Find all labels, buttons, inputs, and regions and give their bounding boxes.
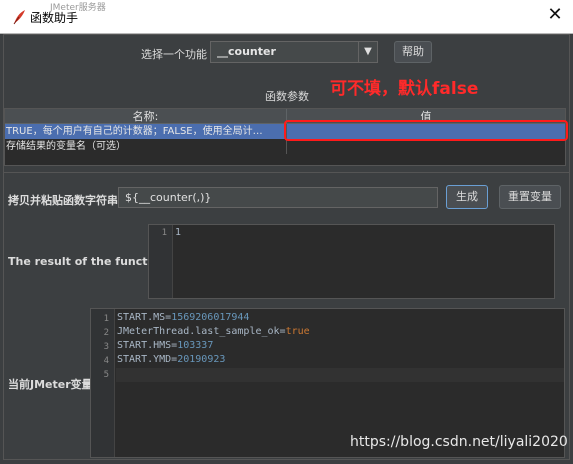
highlight-box [284,120,568,141]
jmeter-feather-icon [13,10,25,25]
result-editor[interactable]: 1 1 [148,224,555,299]
var-key: START.YMD= [117,354,178,365]
divider [3,172,570,173]
line-number: 2 [103,328,109,338]
function-string-input[interactable]: ${__counter(,)} [118,187,438,208]
column-header-name[interactable]: 名称: [5,109,286,124]
reset-variables-button[interactable]: 重置变量 [499,185,561,209]
var-value: true [285,326,310,337]
code-line: JMeterThread.last_sample_ok=true [117,326,310,337]
line-number: 5 [103,370,109,380]
jmeter-vars-label: 当前JMeter变量 [8,378,93,391]
function-select-label: 选择一个功能 [141,48,207,61]
close-icon[interactable]: ✕ [544,4,566,26]
line-number: 3 [103,342,109,352]
watermark: https://blog.csdn.net/liyali2020 [350,434,568,450]
code-line: START.HMS=103337 [117,340,213,351]
help-button[interactable]: 帮助 [394,41,432,63]
generate-button[interactable]: 生成 [446,185,488,209]
function-select[interactable]: __counter ▼ [210,41,378,63]
result-code-line: 1 [175,227,182,238]
code-line: START.MS=1569206017944 [117,312,249,323]
line-number-gutter: 1 2 3 4 5 [91,309,115,457]
line-number-gutter: 1 [149,225,173,298]
function-select-value: __counter [217,45,276,58]
current-line-highlight [116,368,564,382]
copy-paste-label: 拷贝并粘贴函数字符串 [8,194,118,207]
line-number: 1 [161,228,167,238]
annotation-text: 可不填，默认false [330,79,479,99]
title-bar: JMeter服务器 函数助手 ✕ [0,0,573,34]
line-number: 4 [103,356,109,366]
var-key: START.HMS= [117,340,178,351]
code-line: START.YMD=20190923 [117,354,225,365]
var-value: 1569206017944 [171,312,250,323]
line-number: 1 [103,314,109,324]
window-title: 函数助手 [30,11,79,25]
param-name-cell[interactable]: TRUE，每个用户有自己的计数器；FALSE，使用全局计… [6,124,284,139]
var-value: 103337 [177,340,214,351]
var-value: 20190923 [177,354,226,365]
params-heading: 函数参数 [265,90,309,103]
var-key: START.MS= [117,312,172,323]
chevron-down-icon[interactable]: ▼ [358,42,377,62]
param-name-cell[interactable]: 存储结果的变量名（可选） [6,139,284,154]
var-key: JMeterThread.last_sample_ok= [117,326,286,337]
